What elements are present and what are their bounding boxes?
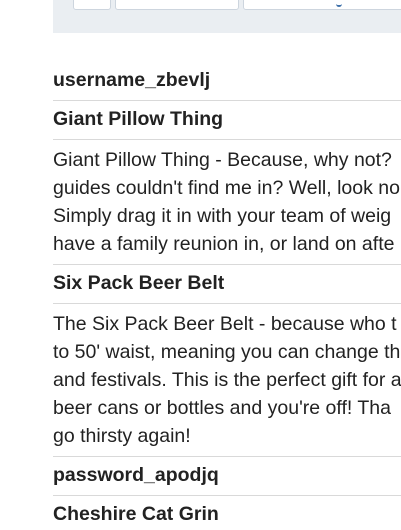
toolbar-button-3-glyph: [336, 1, 342, 7]
list-item[interactable]: Six Pack Beer Belt The Six Pack Beer Bel…: [53, 265, 401, 457]
list-item[interactable]: Cheshire Cat Grin: [53, 496, 401, 530]
list-item[interactable]: Giant Pillow Thing Giant Pillow Thing - …: [53, 101, 401, 265]
description-line: beer cans or bottles and you're off! Tha: [53, 397, 391, 419]
list-item[interactable]: username_zbevlj: [53, 62, 401, 101]
item-title-six-pack-beer-belt[interactable]: Six Pack Beer Belt: [53, 265, 401, 303]
list-item[interactable]: password_apodjq: [53, 457, 401, 496]
description-line: Simply drag it in with your team of weig: [53, 205, 392, 227]
item-description: Giant Pillow Thing - Because, why not? g…: [53, 139, 401, 264]
toolbar: [53, 0, 401, 33]
toolbar-button-2[interactable]: [115, 0, 239, 10]
description-line: have a family reunion in, or land on aft…: [53, 233, 395, 255]
description-line: The Six Pack Beer Belt - because who t: [53, 313, 397, 335]
item-title-password[interactable]: password_apodjq: [53, 457, 401, 495]
item-list: username_zbevlj Giant Pillow Thing Giant…: [53, 62, 401, 530]
toolbar-button-1[interactable]: [73, 0, 111, 10]
toolbar-button-3[interactable]: [243, 0, 401, 10]
description-line: and festivals. This is the perfect gift …: [53, 369, 401, 391]
item-title-username[interactable]: username_zbevlj: [53, 62, 401, 100]
description-line: to 50' waist, meaning you can change th: [53, 341, 401, 363]
page: username_zbevlj Giant Pillow Thing Giant…: [0, 0, 401, 530]
item-description: The Six Pack Beer Belt - because who t t…: [53, 303, 401, 456]
description-line: guides couldn't find me in? Well, look n…: [53, 177, 400, 199]
description-line: Giant Pillow Thing - Because, why not?: [53, 149, 392, 171]
description-line: go thirsty again!: [53, 425, 191, 447]
item-title-giant-pillow-thing[interactable]: Giant Pillow Thing: [53, 101, 401, 139]
item-title-cheshire-cat-grin[interactable]: Cheshire Cat Grin: [53, 496, 401, 530]
